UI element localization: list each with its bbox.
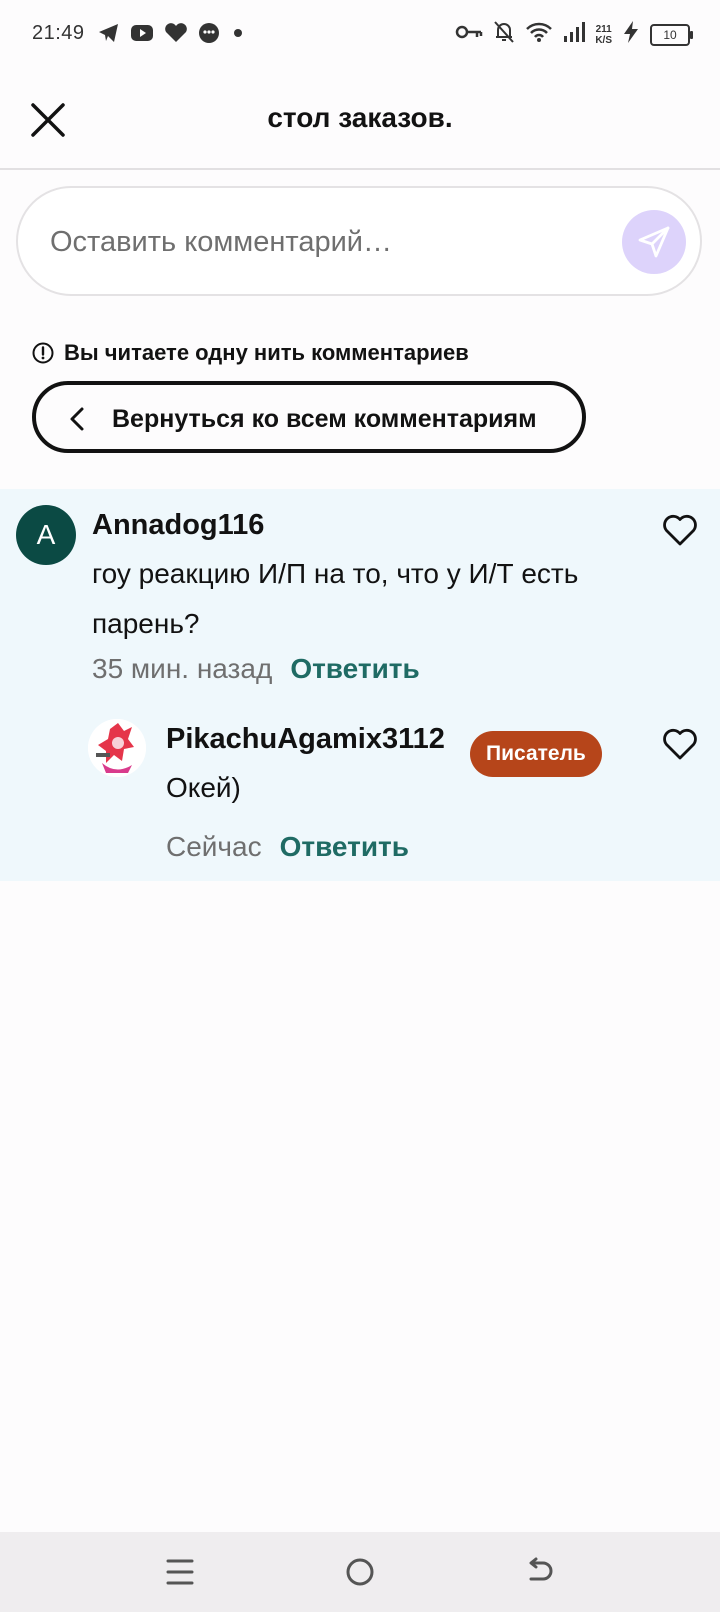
back-button-label: Вернуться ко всем комментариям bbox=[112, 405, 537, 433]
send-icon bbox=[638, 226, 670, 258]
comment-input[interactable] bbox=[48, 218, 612, 266]
chat-app-icon bbox=[198, 22, 220, 49]
comment-thread: A Annadog116 гоу реакцию И/П на то, что … bbox=[0, 489, 720, 881]
network-speed: 211 K/S bbox=[595, 24, 612, 46]
dot-icon bbox=[230, 25, 246, 46]
bell-off-icon bbox=[493, 20, 515, 49]
network-speed-unit: K/S bbox=[595, 34, 612, 46]
avatar-letter: A bbox=[36, 519, 56, 550]
comment-text: Окей) bbox=[166, 772, 241, 803]
telegram-icon bbox=[98, 23, 120, 48]
comment-item-reply: PikachuAgamix3112 Писатель Окей) Сейчас … bbox=[0, 697, 720, 881]
wifi-icon bbox=[525, 21, 553, 48]
home-circle-icon bbox=[346, 1558, 374, 1586]
back-arrow-icon bbox=[529, 1557, 553, 1581]
reply-button[interactable]: Ответить bbox=[290, 653, 419, 685]
heart-app-icon bbox=[164, 23, 188, 48]
comment-meta: Сейчас Ответить bbox=[166, 831, 409, 863]
reply-button[interactable]: Ответить bbox=[280, 831, 409, 863]
thread-notice: Вы читаете одну нить комментариев bbox=[32, 340, 469, 366]
charging-icon bbox=[622, 20, 640, 49]
network-speed-value: 211 bbox=[595, 23, 612, 35]
status-time: 21:49 bbox=[32, 22, 85, 44]
comment-text-line: гоу реакцию И/П на то, что у И/Т есть bbox=[92, 558, 579, 589]
system-icons: 211 K/S 10 bbox=[455, 20, 693, 49]
back-to-all-comments-button[interactable]: Вернуться ко всем комментариям bbox=[32, 381, 586, 453]
writer-badge: Писатель bbox=[470, 731, 602, 777]
status-bar: 21:49 211 K/S 10 bbox=[0, 0, 720, 72]
key-icon bbox=[455, 24, 483, 45]
comment-input-container bbox=[16, 186, 702, 296]
notification-icons bbox=[98, 22, 246, 49]
system-navigation-bar bbox=[0, 1532, 720, 1612]
youtube-icon bbox=[130, 24, 154, 47]
battery-icon: 10 bbox=[650, 23, 693, 46]
page-title: стол заказов. bbox=[267, 102, 453, 133]
avatar-image bbox=[88, 719, 146, 777]
comment-text-line: парень? bbox=[92, 608, 200, 639]
writer-badge-label: Писатель bbox=[486, 742, 586, 765]
send-button[interactable] bbox=[622, 210, 686, 274]
comment-item: A Annadog116 гоу реакцию И/П на то, что … bbox=[0, 489, 720, 689]
battery-level: 10 bbox=[663, 27, 677, 42]
home-button[interactable] bbox=[338, 1550, 382, 1594]
comment-meta: 35 мин. назад Ответить bbox=[92, 653, 420, 685]
chevron-left-icon bbox=[70, 407, 84, 431]
thread-notice-text: Вы читаете одну нить комментариев bbox=[64, 340, 469, 365]
like-heart-icon[interactable] bbox=[662, 727, 698, 761]
comment-username[interactable]: PikachuAgamix3112 bbox=[166, 723, 445, 756]
header: стол заказов. bbox=[0, 72, 720, 170]
avatar[interactable] bbox=[88, 719, 146, 777]
comment-text: гоу реакцию И/П на то, что у И/Т есть па… bbox=[92, 549, 578, 649]
like-heart-icon[interactable] bbox=[662, 513, 698, 547]
comment-time: Сейчас bbox=[166, 831, 262, 862]
comment-time: 35 мин. назад bbox=[92, 653, 273, 684]
back-button[interactable] bbox=[518, 1550, 562, 1594]
comment-username[interactable]: Annadog116 bbox=[92, 509, 264, 542]
signal-icon bbox=[563, 21, 586, 48]
menu-icon bbox=[166, 1559, 194, 1585]
info-icon bbox=[32, 342, 54, 364]
avatar[interactable]: A bbox=[16, 505, 76, 565]
menu-button[interactable] bbox=[158, 1550, 202, 1594]
